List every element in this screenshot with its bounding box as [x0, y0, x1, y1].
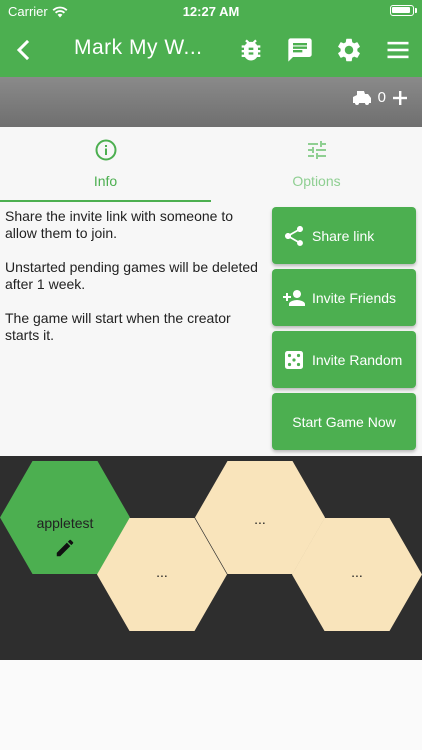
edit-pencil-icon[interactable] [54, 537, 76, 559]
back-arrow-icon[interactable] [10, 36, 38, 64]
tune-icon [308, 141, 326, 159]
status-bar: Carrier 12:27 AM [0, 0, 422, 22]
dice-icon [285, 350, 303, 369]
gear-icon[interactable] [335, 36, 363, 64]
app-bar: Mark My W... [0, 22, 422, 77]
info-paragraph: The game will start when the creator sta… [5, 310, 231, 343]
menu-icon[interactable] [384, 36, 412, 64]
share-link-label: Share link [312, 227, 375, 244]
tab-info-label: Info [93, 173, 118, 189]
header: Carrier 12:27 AM Mark My W... [0, 0, 422, 77]
game-board: appletest ... ... ... [0, 456, 422, 660]
player-strip: 0 [0, 77, 422, 127]
empty-slot-label: ... [351, 564, 363, 580]
info-text: Share the invite link with someone to al… [5, 208, 260, 361]
info-icon [95, 139, 117, 161]
player-pieces-icon [352, 90, 371, 105]
bug-icon[interactable] [237, 36, 265, 64]
invite-friends-label: Invite Friends [312, 289, 397, 306]
tab-info[interactable]: Info [0, 127, 211, 202]
info-paragraph: Unstarted pending games will be deleted … [5, 259, 258, 292]
invite-random-button[interactable]: Invite Random [272, 331, 416, 388]
player-counter: 0 [352, 89, 408, 106]
empty-slot-label: ... [156, 564, 168, 580]
page-title: Mark My W... [74, 36, 203, 59]
share-link-button[interactable]: Share link [272, 207, 416, 264]
clock: 12:27 AM [182, 4, 240, 19]
tab-options-label: Options [292, 173, 341, 189]
start-game-button[interactable]: Start Game Now [272, 393, 416, 450]
start-game-label: Start Game Now [292, 413, 396, 430]
tab-bar: Info Options [0, 127, 422, 202]
tab-options[interactable]: Options [211, 127, 422, 202]
chat-icon[interactable] [286, 36, 314, 64]
bottom-area [0, 660, 422, 750]
battery-icon [390, 5, 414, 16]
battery-tip [415, 8, 417, 13]
add-player-icon[interactable] [392, 90, 408, 106]
empty-slot-label: ... [254, 511, 266, 527]
invite-friends-button[interactable]: Invite Friends [272, 269, 416, 326]
info-paragraph: Share the invite link with someone to al… [5, 208, 234, 241]
info-panel: Share the invite link with someone to al… [0, 202, 422, 456]
player-count: 0 [377, 89, 386, 106]
invite-random-label: Invite Random [312, 351, 403, 368]
player-name: appletest [36, 515, 94, 531]
share-icon [285, 225, 303, 246]
person-add-icon [283, 289, 305, 306]
